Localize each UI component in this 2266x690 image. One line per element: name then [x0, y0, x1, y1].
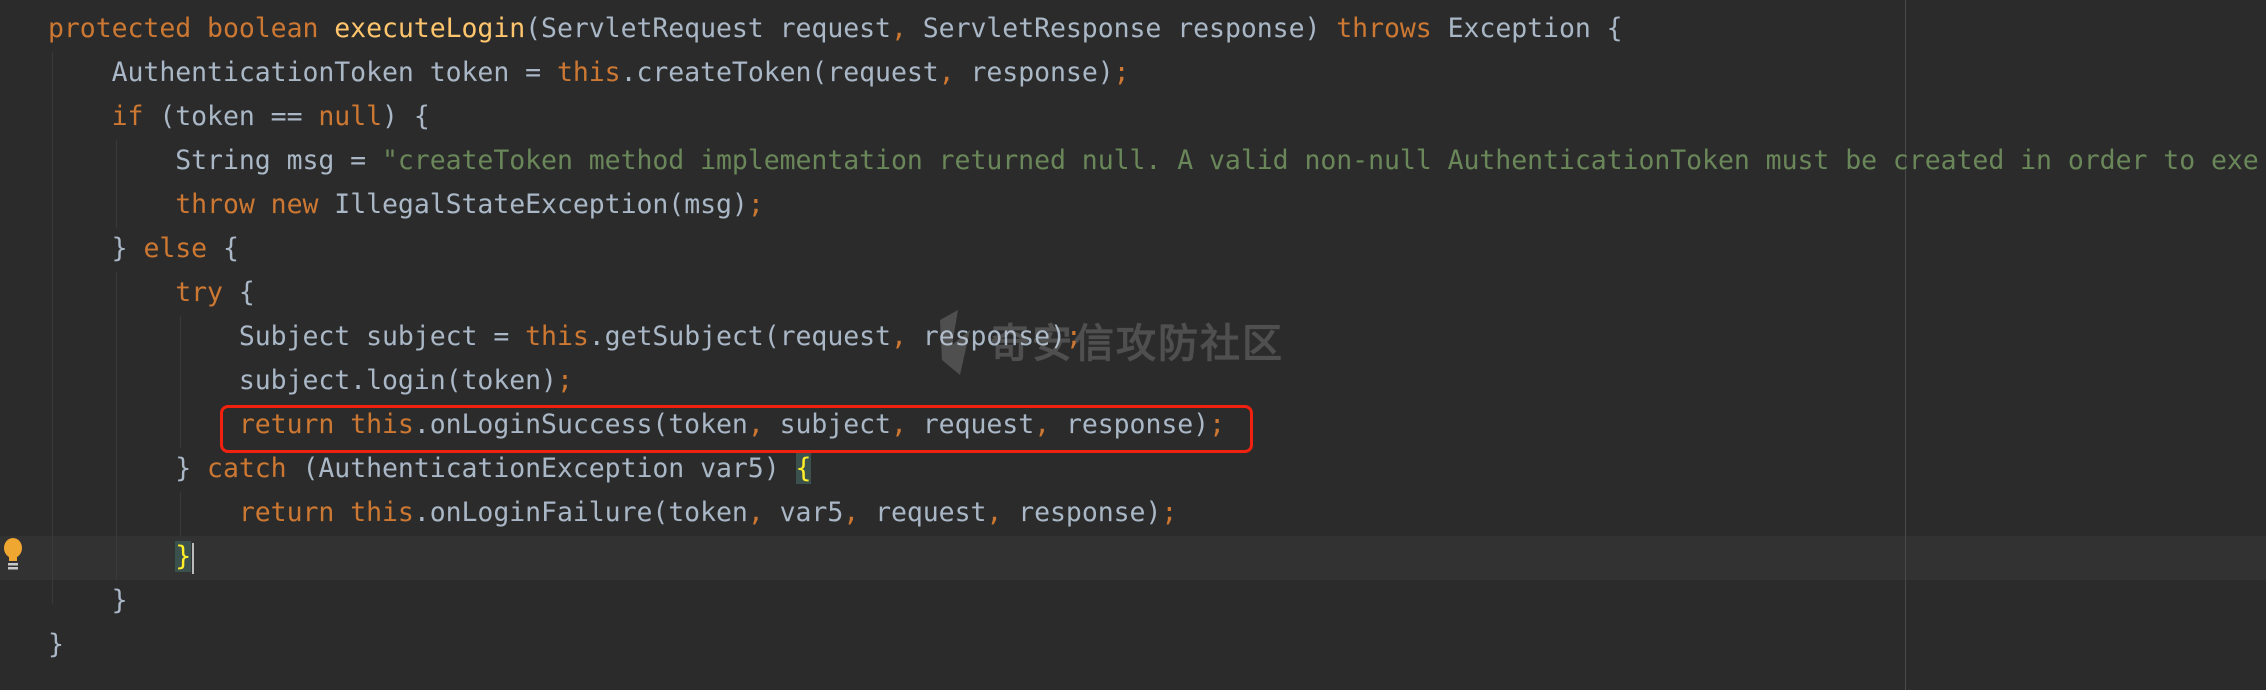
- punctuation-token: ,: [986, 497, 1019, 528]
- right-margin-guide: [1905, 0, 1906, 690]
- code-line[interactable]: AuthenticationToken token = this.createT…: [48, 51, 1130, 95]
- code-token: response): [1018, 497, 1162, 528]
- code-token: subject.login(token): [48, 365, 557, 396]
- code-token: .createToken(request: [620, 57, 939, 88]
- code-line[interactable]: }: [48, 623, 64, 667]
- text-caret: [192, 543, 194, 574]
- matched-brace-token: {: [795, 453, 812, 484]
- code-token: }: [48, 585, 128, 616]
- punctuation-token: ,: [938, 57, 971, 88]
- code-token: Exception {: [1447, 13, 1623, 44]
- code-token: {: [222, 233, 239, 264]
- code-token: ServletResponse response): [922, 13, 1337, 44]
- watermark-text: 奇安信攻防社区: [990, 321, 1284, 367]
- code-line[interactable]: } else {: [48, 227, 239, 271]
- lightbulb-icon[interactable]: [2, 537, 24, 573]
- keyword-token: else: [143, 233, 223, 264]
- punctuation-token: ;: [1161, 497, 1178, 528]
- keyword-token: this: [556, 57, 621, 88]
- keyword-token: if: [111, 101, 160, 132]
- code-token: AuthenticationToken token =: [48, 57, 557, 88]
- punctuation-token: ;: [556, 365, 573, 396]
- code-token: {: [238, 277, 255, 308]
- code-editor[interactable]: protected boolean executeLogin(ServletRe…: [0, 0, 2266, 690]
- code-token: var5: [779, 497, 844, 528]
- punctuation-token: ,: [747, 497, 780, 528]
- code-token: (AuthenticationException var5): [302, 453, 796, 484]
- keyword-token: null: [318, 101, 383, 132]
- punctuation-token: ,: [843, 497, 876, 528]
- code-token: (token ==: [159, 101, 319, 132]
- method-name-token: executeLogin: [334, 13, 526, 44]
- keyword-token: this: [525, 321, 589, 352]
- current-line-highlight: [0, 536, 2266, 580]
- code-token: .getSubject(request: [588, 321, 891, 352]
- keyword-token: catch: [207, 453, 303, 484]
- keyword-token: try: [175, 277, 239, 308]
- code-token: (ServletRequest request: [525, 13, 891, 44]
- code-line[interactable]: throw new IllegalStateException(msg);: [48, 183, 764, 227]
- code-line[interactable]: protected boolean executeLogin(ServletRe…: [48, 7, 1623, 51]
- code-token: .onLoginFailure(token: [413, 497, 748, 528]
- code-line[interactable]: } catch (AuthenticationException var5) {: [48, 447, 811, 491]
- punctuation-token: ,: [890, 321, 923, 352]
- code-line[interactable]: }: [48, 579, 128, 623]
- string-literal-token: "createToken method implementation retur…: [382, 145, 2259, 176]
- shield-logo-icon: [940, 310, 970, 375]
- code-line[interactable]: if (token == null) {: [48, 95, 430, 139]
- code-line[interactable]: Subject subject = this.getSubject(reques…: [48, 315, 1082, 359]
- watermark: 奇安信攻防社区: [930, 300, 1284, 380]
- punctuation-token: ;: [1113, 57, 1130, 88]
- code-line[interactable]: }: [48, 535, 191, 579]
- code-token: request: [875, 497, 987, 528]
- punctuation-token: ,: [890, 13, 923, 44]
- code-line[interactable]: subject.login(token);: [48, 359, 573, 403]
- code-line[interactable]: String msg = "createToken method impleme…: [48, 139, 2259, 183]
- code-token: ) {: [382, 101, 430, 132]
- code-token: }: [48, 453, 208, 484]
- keyword-token: throw new: [175, 189, 335, 220]
- annotation-highlight-box: [220, 405, 1253, 453]
- keyword-token: protected boolean: [48, 13, 335, 44]
- code-token: IllegalStateException(msg): [334, 189, 748, 220]
- punctuation-token: ;: [747, 189, 764, 220]
- keyword-token: return this: [238, 497, 414, 528]
- code-line[interactable]: return this.onLoginFailure(token, var5, …: [48, 491, 1177, 535]
- matched-brace-token: }: [175, 541, 192, 572]
- code-token: String msg =: [48, 145, 382, 176]
- code-token: Subject subject =: [48, 321, 526, 352]
- code-token: }: [48, 233, 144, 264]
- keyword-token: throws: [1336, 13, 1448, 44]
- code-token: response): [970, 57, 1114, 88]
- code-token: }: [48, 629, 64, 660]
- code-line[interactable]: try {: [48, 271, 255, 315]
